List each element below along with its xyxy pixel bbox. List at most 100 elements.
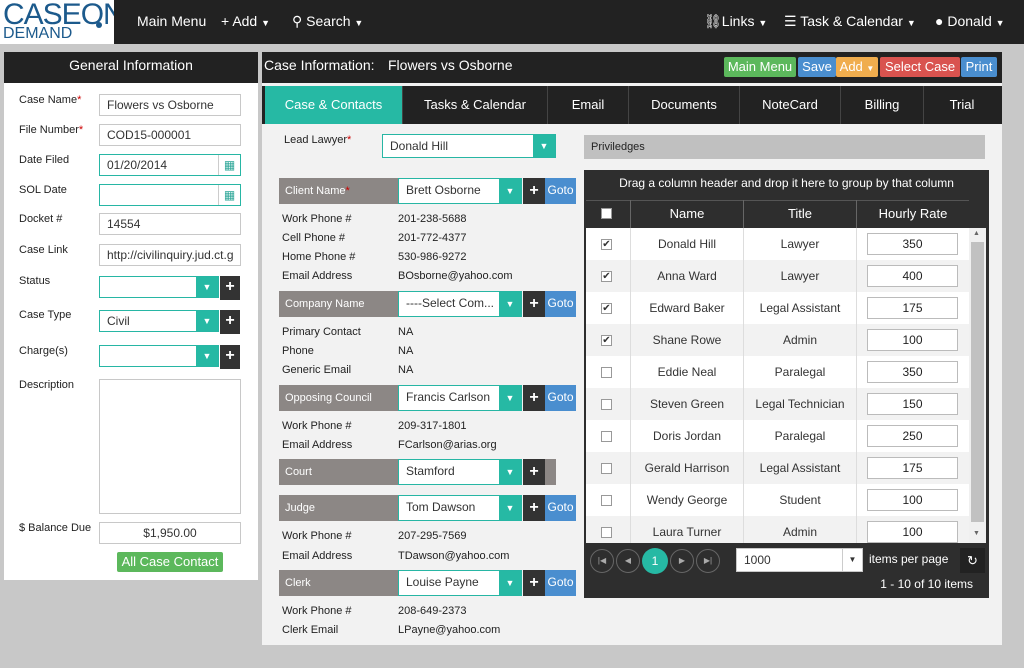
dropdown-icon[interactable]: ▼ <box>842 549 862 571</box>
opposing-goto-button[interactable]: Goto <box>545 385 576 411</box>
hourly-rate-input[interactable]: 350 <box>867 233 958 255</box>
all-case-contact-button[interactable]: All Case Contact <box>117 552 223 572</box>
add-clerk-button[interactable]: + <box>523 570 545 596</box>
tab-case-contacts[interactable]: Case & Contacts <box>265 86 403 124</box>
add-client-button[interactable]: + <box>523 178 545 204</box>
dropdown-icon[interactable]: ▼ <box>499 571 521 595</box>
row-checkbox[interactable] <box>601 431 612 442</box>
hourly-rate-input[interactable]: 250 <box>867 425 958 447</box>
row-checkbox[interactable]: ✔ <box>601 303 612 314</box>
tab-trial[interactable]: Trial <box>924 86 1000 124</box>
tab-email[interactable]: Email <box>548 86 629 124</box>
lead-lawyer-select[interactable]: Donald Hill <box>382 134 556 158</box>
add-court-button[interactable]: + <box>523 459 545 485</box>
column-header-title[interactable]: Title <box>744 206 856 221</box>
nav-add[interactable]: + Add ▼ <box>221 13 270 29</box>
description-textarea[interactable] <box>99 379 241 514</box>
dropdown-icon[interactable]: ▼ <box>499 179 521 203</box>
hourly-rate-input[interactable]: 175 <box>867 297 958 319</box>
table-row[interactable]: ✔ Shane Rowe Admin 100 <box>586 324 969 356</box>
dropdown-icon[interactable]: ▼ <box>499 386 521 410</box>
select-case-button[interactable]: Select Case <box>880 57 960 77</box>
docket-input[interactable]: 14554 <box>99 213 241 235</box>
column-header-hourly-rate[interactable]: Hourly Rate <box>857 206 969 221</box>
refresh-icon[interactable]: ↻ <box>960 548 985 573</box>
table-row[interactable]: Eddie Neal Paralegal 350 <box>586 356 969 388</box>
table-row[interactable]: Gerald Harrison Legal Assistant 175 <box>586 452 969 484</box>
row-checkbox[interactable] <box>601 367 612 378</box>
scroll-up-icon[interactable]: ▲ <box>973 230 980 237</box>
row-checkbox[interactable]: ✔ <box>601 239 612 250</box>
table-row[interactable]: Wendy George Student 100 <box>586 484 969 516</box>
clerk-email: LPayne@yahoo.com <box>398 624 501 636</box>
nav-task-calendar[interactable]: ☰ Task & Calendar ▼ <box>784 13 916 30</box>
row-checkbox[interactable]: ✔ <box>601 271 612 282</box>
main-menu-button[interactable]: Main Menu <box>724 57 796 77</box>
current-page-button[interactable]: 1 <box>642 548 668 574</box>
tab-tasks-calendar[interactable]: Tasks & Calendar <box>403 86 548 124</box>
file-number-input[interactable]: COD15-000001 <box>99 124 241 146</box>
tab-billing[interactable]: Billing <box>841 86 924 124</box>
select-all-checkbox[interactable] <box>601 208 612 219</box>
client-goto-button[interactable]: Goto <box>545 178 576 204</box>
next-page-icon[interactable]: ▶ <box>670 549 694 573</box>
table-row[interactable]: Doris Jordan Paralegal 250 <box>586 420 969 452</box>
scroll-down-icon[interactable]: ▼ <box>973 530 980 537</box>
hourly-rate-input[interactable]: 100 <box>867 521 958 543</box>
add-judge-button[interactable]: + <box>523 495 545 521</box>
row-checkbox[interactable] <box>601 527 612 538</box>
app-logo[interactable]: CASEON DEMAND <box>0 0 114 44</box>
save-button[interactable]: Save <box>798 57 836 77</box>
add-case-type-button[interactable]: + <box>220 310 240 334</box>
table-row[interactable]: ✔ Edward Baker Legal Assistant 175 <box>586 292 969 324</box>
tab-notecard[interactable]: NoteCard <box>740 86 841 124</box>
table-row[interactable]: ✔ Donald Hill Lawyer 350 <box>586 228 969 260</box>
first-page-icon[interactable]: |◀ <box>590 549 614 573</box>
prev-page-icon[interactable]: ◀ <box>616 549 640 573</box>
row-checkbox[interactable]: ✔ <box>601 335 612 346</box>
calendar-icon[interactable]: ▦ <box>218 155 240 175</box>
scrollbar-thumb[interactable] <box>971 242 984 522</box>
clerk-goto-button[interactable]: Goto <box>545 570 576 596</box>
last-page-icon[interactable]: ▶| <box>696 549 720 573</box>
judge-goto-button[interactable]: Goto <box>545 495 576 521</box>
column-header-name[interactable]: Name <box>631 206 743 221</box>
row-checkbox[interactable] <box>601 463 612 474</box>
add-button[interactable]: Add ▼ <box>836 57 878 77</box>
hourly-rate-input[interactable]: 175 <box>867 457 958 479</box>
dropdown-icon[interactable]: ▼ <box>499 496 521 520</box>
dropdown-icon[interactable]: ▼ <box>499 460 521 484</box>
add-company-button[interactable]: + <box>523 291 545 317</box>
nav-main-menu[interactable]: Main Menu <box>137 13 206 29</box>
add-opposing-button[interactable]: + <box>523 385 545 411</box>
balance-due-input[interactable]: $1,950.00 <box>99 522 241 544</box>
hourly-rate-input[interactable]: 100 <box>867 489 958 511</box>
nav-user-menu[interactable]: ● Donald ▼ <box>935 13 1005 29</box>
print-button[interactable]: Print <box>961 57 997 77</box>
company-goto-button[interactable]: Goto <box>545 291 576 317</box>
case-name-input[interactable]: Flowers vs Osborne <box>99 94 241 116</box>
tab-documents[interactable]: Documents <box>629 86 740 124</box>
dropdown-icon[interactable]: ▼ <box>196 346 218 366</box>
hourly-rate-input[interactable]: 150 <box>867 393 958 415</box>
table-row[interactable]: Steven Green Legal Technician 150 <box>586 388 969 420</box>
dropdown-icon[interactable]: ▼ <box>196 311 218 331</box>
table-row[interactable]: ✔ Anna Ward Lawyer 400 <box>586 260 969 292</box>
table-row[interactable]: Laura Turner Admin 100 <box>586 516 969 543</box>
hourly-rate-input[interactable]: 350 <box>867 361 958 383</box>
add-charge-button[interactable]: + <box>220 345 240 369</box>
calendar-icon[interactable]: ▦ <box>218 185 240 205</box>
add-status-button[interactable]: + <box>220 276 240 300</box>
hourly-rate-input[interactable]: 100 <box>867 329 958 351</box>
nav-search[interactable]: ⚲ Search ▼ <box>292 13 363 30</box>
nav-links[interactable]: ⛓Links ▼ <box>704 13 767 30</box>
row-checkbox[interactable] <box>601 399 612 410</box>
dropdown-icon[interactable]: ▼ <box>499 292 521 316</box>
row-checkbox[interactable] <box>601 495 612 506</box>
case-link-input[interactable]: http://civilinquiry.jud.ct.g <box>99 244 241 266</box>
dropdown-icon[interactable]: ▼ <box>196 277 218 297</box>
grid-scrollbar[interactable]: ▲ ▼ <box>969 228 986 543</box>
dropdown-icon[interactable]: ▼ <box>533 135 555 157</box>
hourly-rate-input[interactable]: 400 <box>867 265 958 287</box>
caret-down-icon: ▼ <box>866 64 875 73</box>
